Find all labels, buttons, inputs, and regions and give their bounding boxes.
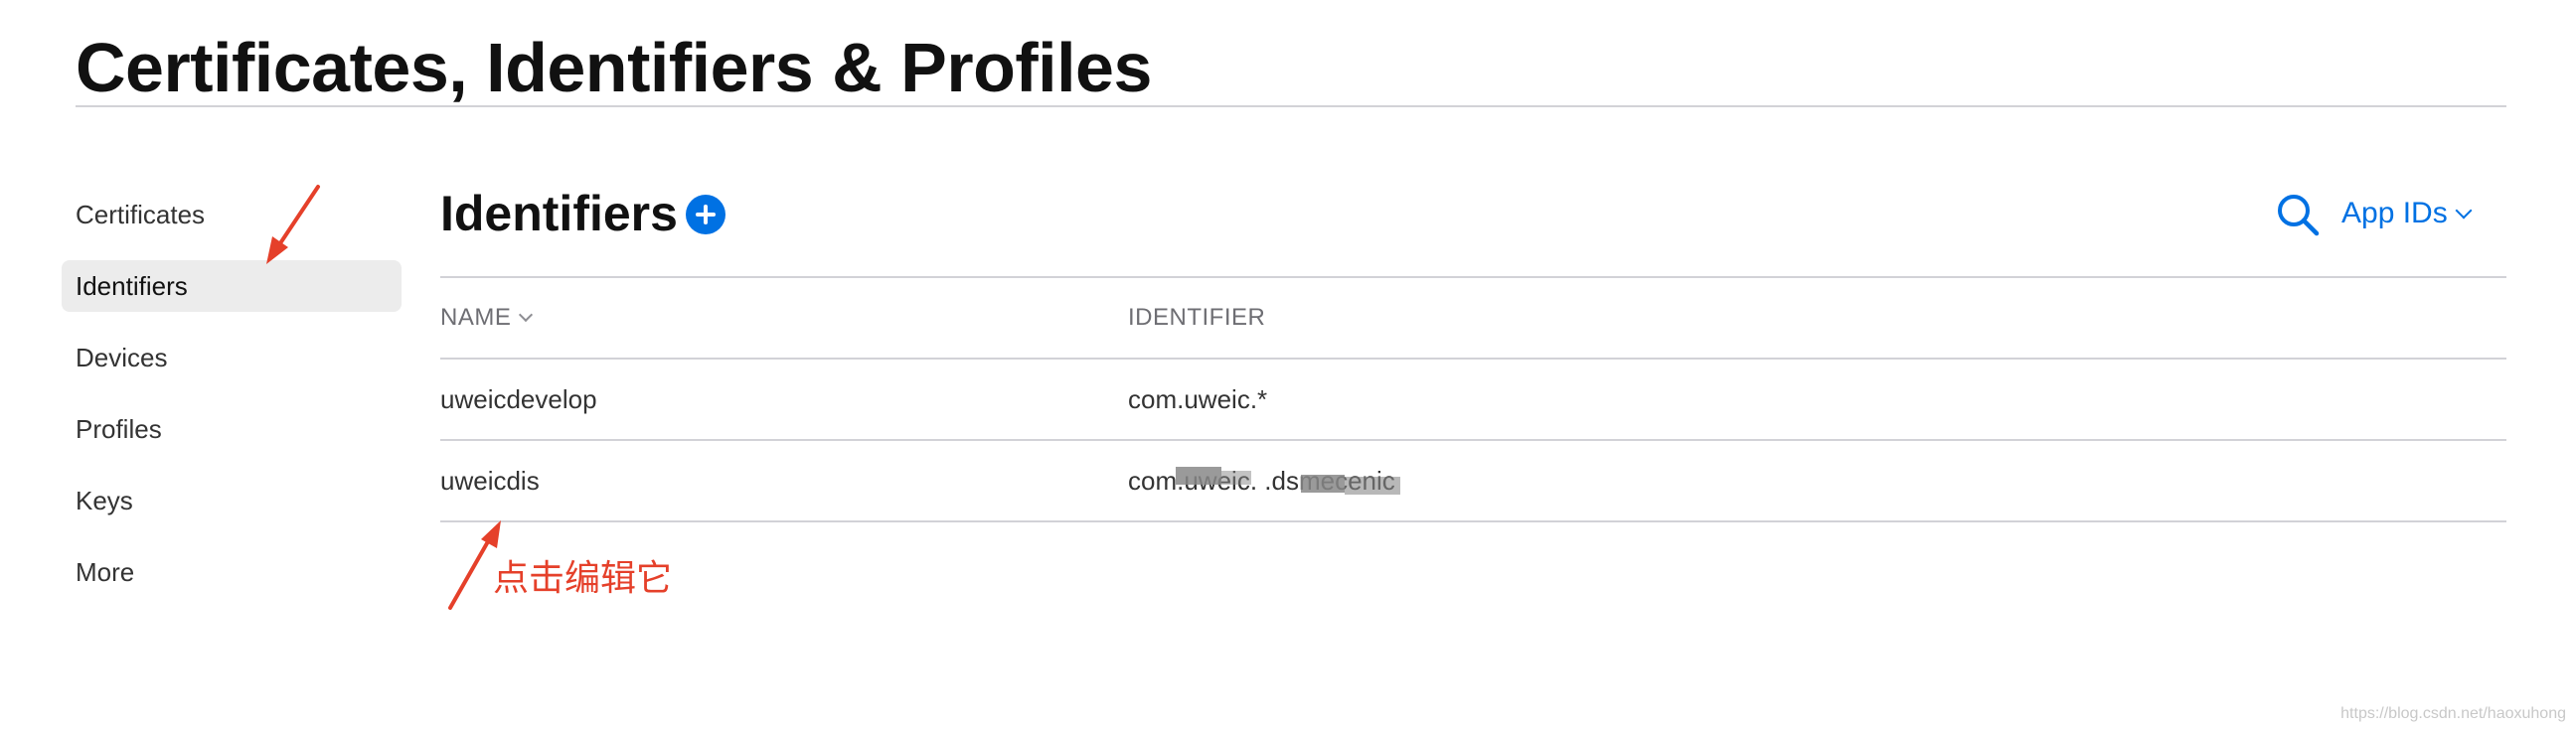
red-arrow: [266, 185, 320, 264]
watermark: https://blog.csdn.net/haoxuhong: [2340, 705, 2566, 722]
annotation-arrows: [266, 185, 501, 610]
annotation-text: 点击编辑它: [493, 557, 673, 598]
